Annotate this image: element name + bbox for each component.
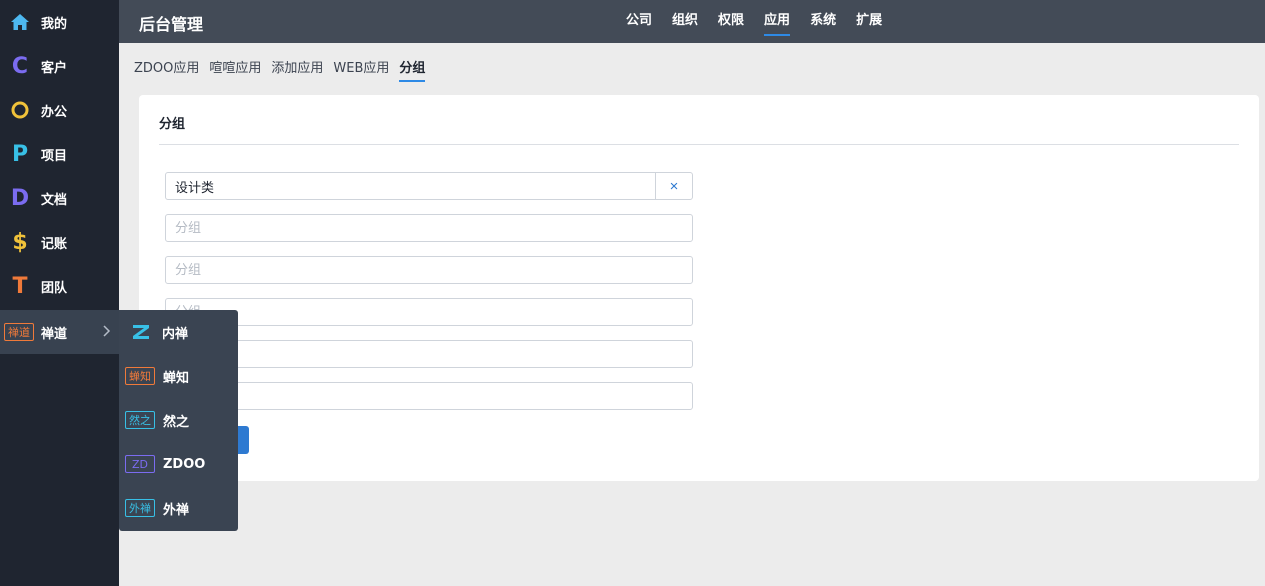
sidebar-item-label: 禅道 xyxy=(41,326,68,342)
group-field xyxy=(165,382,693,410)
sidebar-item-team[interactable]: T 团队 xyxy=(0,264,119,308)
submenu-item-label: ZDOO xyxy=(163,456,206,472)
app-title: 后台管理 xyxy=(139,15,204,34)
sidebar: 我的 C 客户 办公 P 项目 D 文档 $ 记账 T 团队 禅道 禅道 xyxy=(0,0,119,586)
tab-zdoo-apps[interactable]: ZDOO应用 xyxy=(134,58,199,82)
waichan-badge-icon: 外禅 xyxy=(125,499,155,517)
group-field xyxy=(165,214,693,242)
submenu-item-neichan[interactable]: 内禅 xyxy=(119,310,238,354)
tab-xuanxuan-apps[interactable]: 喧喧应用 xyxy=(209,58,261,82)
top-nav: 公司 组织 权限 应用 系统 扩展 xyxy=(626,0,902,43)
group-input[interactable] xyxy=(166,173,655,199)
topnav-application[interactable]: 应用 xyxy=(764,0,791,43)
group-input[interactable] xyxy=(166,341,692,367)
topnav-permission[interactable]: 权限 xyxy=(718,0,744,43)
sidebar-item-label: 团队 xyxy=(41,280,68,296)
topnav-company[interactable]: 公司 xyxy=(626,0,652,43)
sub-tabs: ZDOO应用 喧喧应用 添加应用 WEB应用 分组 xyxy=(134,58,435,82)
topnav-organization[interactable]: 组织 xyxy=(672,0,698,43)
topnav-extension[interactable]: 扩展 xyxy=(856,0,882,43)
submenu-item-ranzhi[interactable]: 然之 然之 xyxy=(119,398,238,442)
group-field xyxy=(165,256,693,284)
dollar-icon: $ xyxy=(12,229,28,255)
submenu-item-label: 蝉知 xyxy=(163,370,190,386)
ranzhi-badge-icon: 然之 xyxy=(125,411,155,429)
sidebar-item-label: 我的 xyxy=(41,16,68,32)
sidebar-item-mine[interactable]: 我的 xyxy=(0,0,119,44)
sidebar-item-project[interactable]: P 项目 xyxy=(0,132,119,176)
chanzhi-badge-icon: 蝉知 xyxy=(125,367,155,385)
t-letter-icon: T xyxy=(12,273,28,299)
home-icon xyxy=(9,11,31,33)
sidebar-item-label: 记账 xyxy=(41,236,68,252)
p-letter-icon: P xyxy=(11,141,29,167)
tab-add-app[interactable]: 添加应用 xyxy=(271,58,323,82)
sidebar-item-chandao[interactable]: 禅道 禅道 xyxy=(0,310,119,354)
sidebar-item-label: 项目 xyxy=(41,148,68,164)
group-card: 分组 × xyxy=(139,95,1259,481)
group-input[interactable] xyxy=(166,383,692,409)
tab-web-apps[interactable]: WEB应用 xyxy=(333,58,389,82)
z-logo-icon xyxy=(128,322,154,342)
sidebar-item-customer[interactable]: C 客户 xyxy=(0,44,119,88)
chandao-badge-icon: 禅道 xyxy=(4,323,34,341)
tab-groups[interactable]: 分组 xyxy=(399,58,426,82)
c-letter-icon: C xyxy=(11,53,29,79)
top-bar: 后台管理 公司 组织 权限 应用 系统 扩展 xyxy=(119,0,1265,43)
submenu-item-label: 然之 xyxy=(163,414,190,430)
group-input[interactable] xyxy=(166,257,692,283)
sidebar-item-accounting[interactable]: $ 记账 xyxy=(0,220,119,264)
clear-icon[interactable]: × xyxy=(655,173,692,199)
submenu-item-chanzhi[interactable]: 蝉知 蝉知 xyxy=(119,354,238,398)
sidebar-item-label: 客户 xyxy=(41,60,68,76)
submenu-item-zdoo[interactable]: ZD ZDOO xyxy=(119,442,238,486)
d-letter-icon: D xyxy=(10,185,30,211)
chevron-right-icon xyxy=(103,324,111,340)
submenu-item-label: 内禅 xyxy=(162,326,189,342)
divider xyxy=(159,144,1239,145)
chandao-submenu: 内禅 蝉知 蝉知 然之 然之 ZD ZDOO 外禅 外禅 xyxy=(119,310,238,531)
group-field: × xyxy=(165,172,693,200)
o-circle-icon xyxy=(9,99,31,121)
sidebar-item-label: 办公 xyxy=(41,104,68,120)
submenu-item-waichan[interactable]: 外禅 外禅 xyxy=(119,486,238,530)
sidebar-item-office[interactable]: 办公 xyxy=(0,88,119,132)
group-input[interactable] xyxy=(166,299,692,325)
group-field xyxy=(165,340,693,368)
sidebar-item-label: 文档 xyxy=(41,192,68,208)
card-title: 分组 xyxy=(159,117,186,132)
group-input[interactable] xyxy=(166,215,692,241)
sidebar-item-docs[interactable]: D 文档 xyxy=(0,176,119,220)
group-field xyxy=(165,298,693,326)
topnav-system[interactable]: 系统 xyxy=(810,0,836,43)
zdoo-badge-icon: ZD xyxy=(125,455,155,473)
submenu-item-label: 外禅 xyxy=(163,502,190,518)
